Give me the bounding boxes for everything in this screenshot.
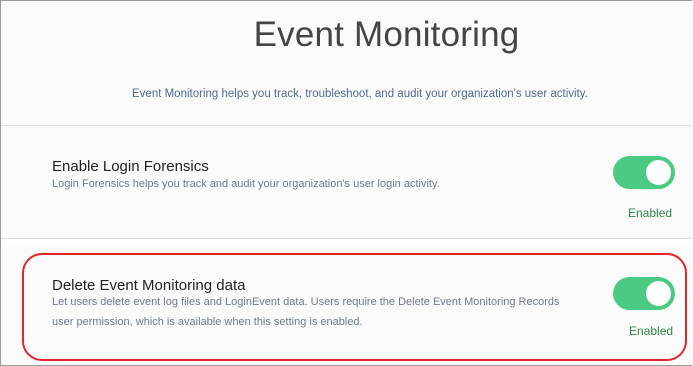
toggle-knob xyxy=(646,160,671,185)
setting-description: Let users delete event log files and Log… xyxy=(52,296,560,328)
page-subtitle: Event Monitoring helps you track, troubl… xyxy=(132,88,588,100)
login-forensics-toggle[interactable] xyxy=(613,156,675,189)
setting-description: Login Forensics helps you track and audi… xyxy=(52,178,440,190)
setting-title: Enable Login Forensics xyxy=(52,158,209,175)
status-label: Enabled xyxy=(629,324,674,338)
setting-delete-event-monitoring-data: Delete Event Monitoring data Let users d… xyxy=(1,247,692,365)
event-monitoring-panel: Event Monitoring Event Monitoring helps … xyxy=(0,0,692,366)
page-header: Event Monitoring Event Monitoring helps … xyxy=(1,1,692,126)
toggle-knob xyxy=(646,281,671,306)
setting-login-forensics: Enable Login Forensics Login Forensics h… xyxy=(1,126,692,239)
delete-event-monitoring-data-toggle[interactable] xyxy=(613,277,675,310)
page-title: Event Monitoring xyxy=(253,15,520,54)
status-label: Enabled xyxy=(628,206,673,220)
